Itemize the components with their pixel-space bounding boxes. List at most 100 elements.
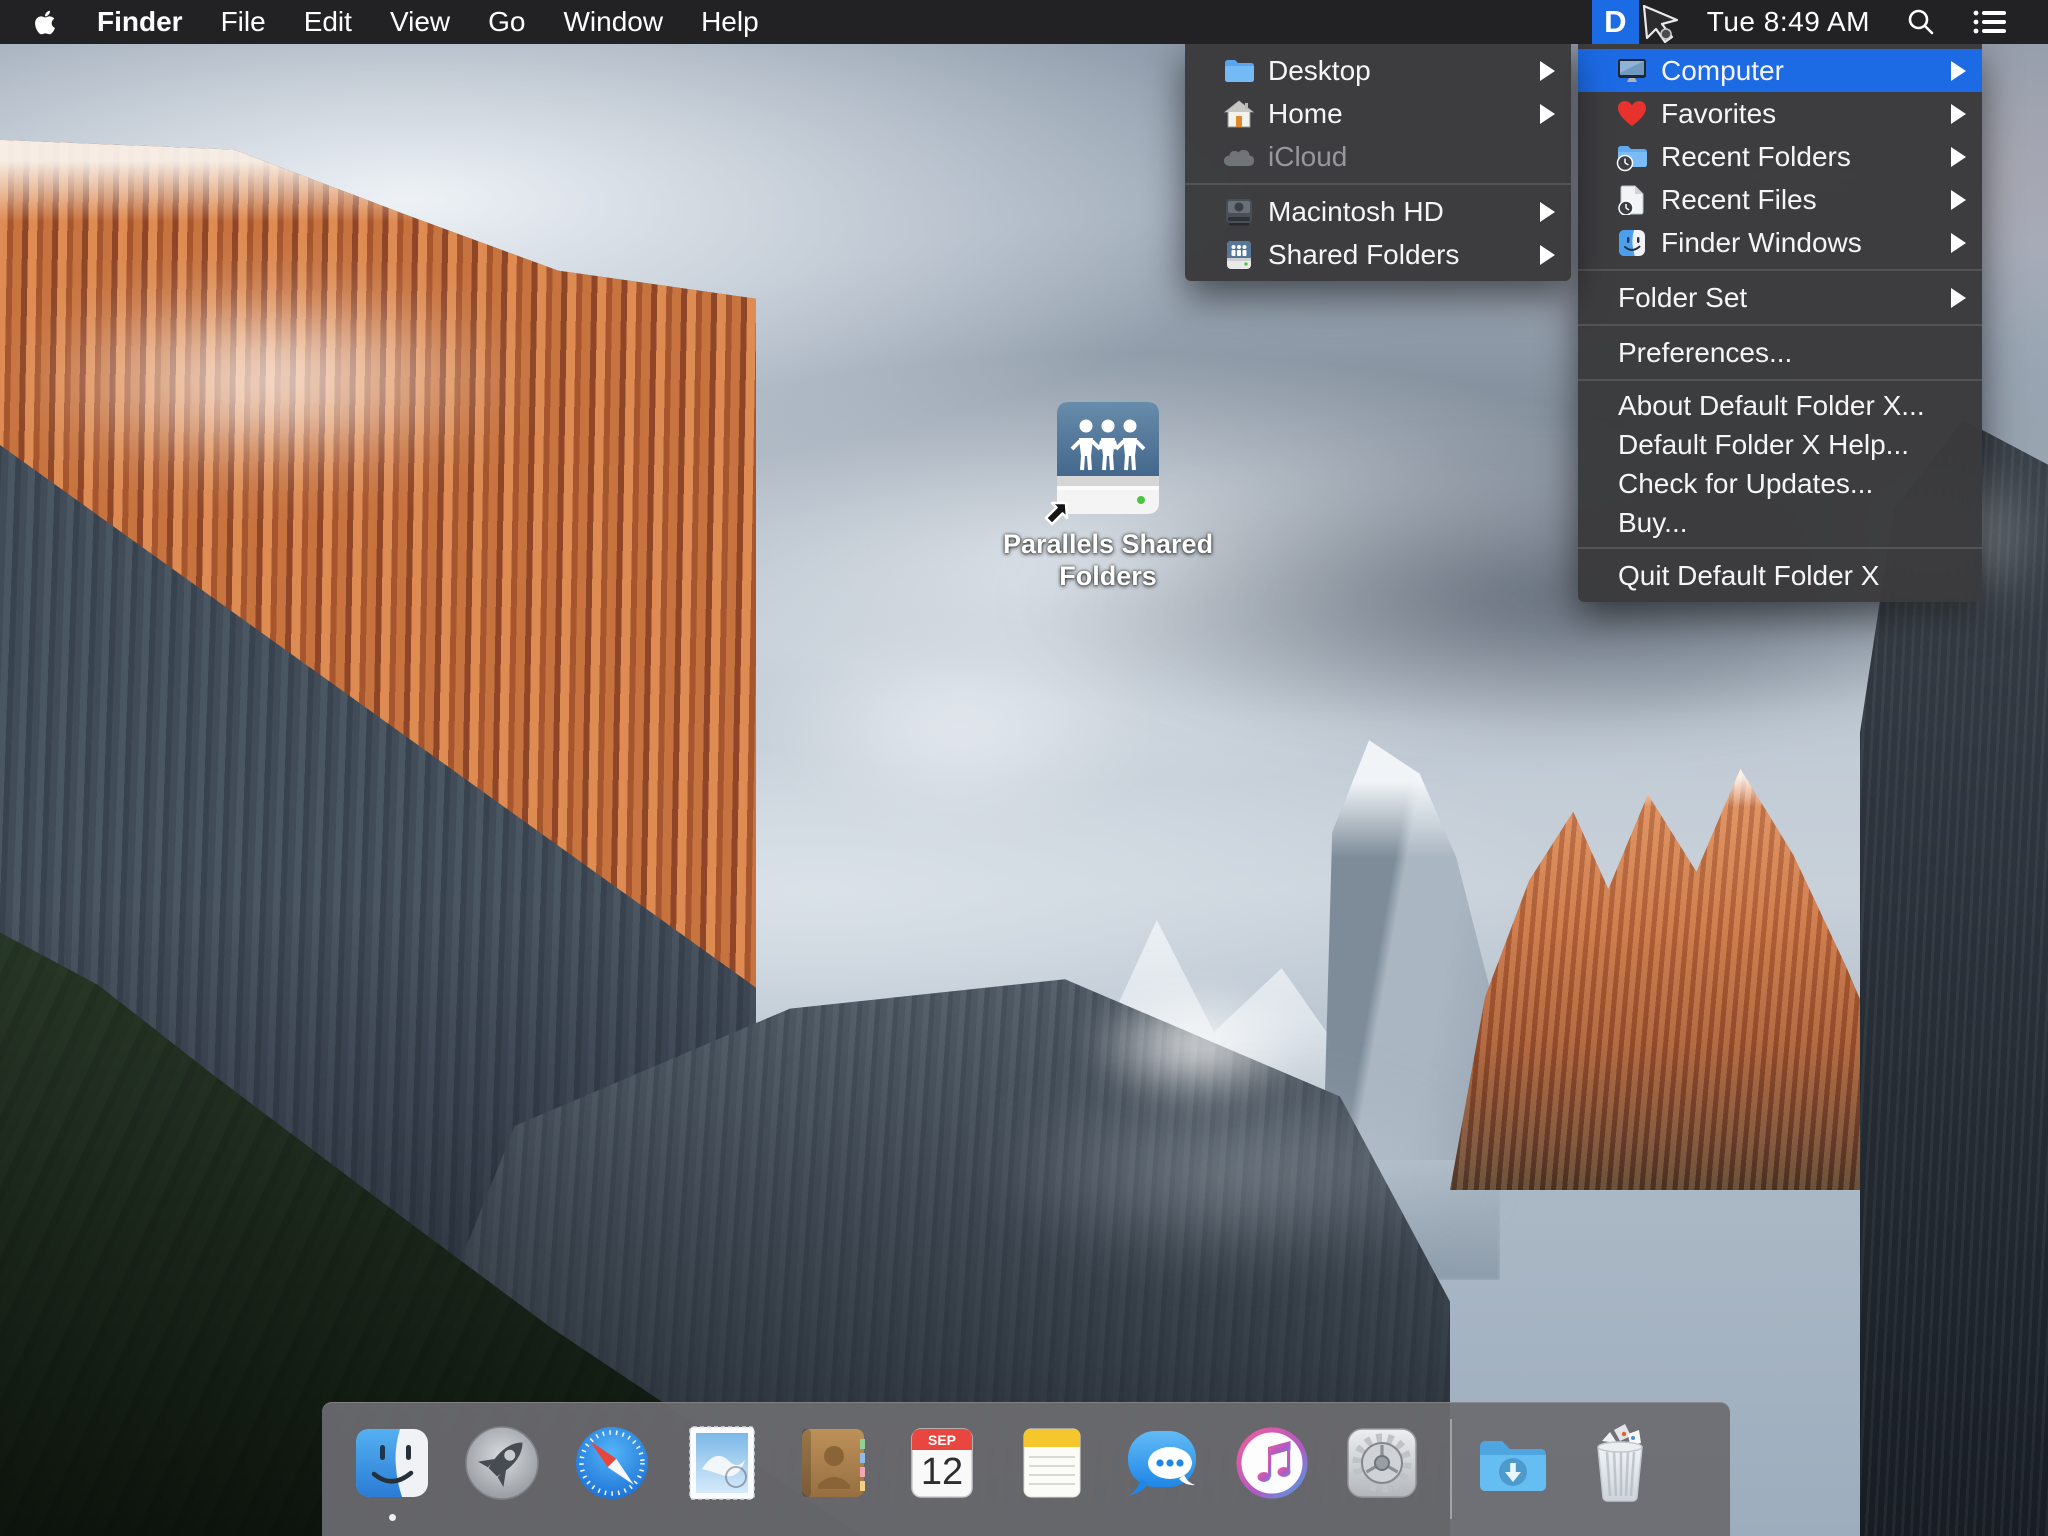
mouse-cursor xyxy=(1641,4,1685,46)
menu-label: Finder xyxy=(97,6,183,38)
dock-contacts-icon[interactable] xyxy=(788,1419,876,1507)
menu-item-label: About Default Folder X... xyxy=(1618,390,1925,422)
dock-trash-icon[interactable] xyxy=(1576,1419,1664,1507)
icloud-icon xyxy=(1223,141,1255,173)
menu-divider xyxy=(1578,547,1982,549)
favorites-icon xyxy=(1616,98,1648,130)
menu-item-label: Check for Updates... xyxy=(1618,468,1873,500)
submenu-item-label: Home xyxy=(1268,98,1343,130)
wallpaper-haze xyxy=(880,1040,1600,1300)
volume-label: Parallels Shared Folders xyxy=(988,528,1228,592)
computer-places-submenu: Desktop Home iCloud xyxy=(1185,44,1571,281)
submenu-item-label: iCloud xyxy=(1268,141,1347,173)
submenu-arrow-icon xyxy=(1540,202,1555,222)
menu-item-recent-folders[interactable]: Recent Folders xyxy=(1578,135,1982,178)
desktop-folder-icon xyxy=(1223,55,1255,87)
submenu-arrow-icon xyxy=(1540,245,1555,265)
menu-label: View xyxy=(390,6,450,38)
menu-item-preferences[interactable]: Preferences... xyxy=(1578,331,1982,374)
submenu-arrow-icon xyxy=(1540,104,1555,124)
menu-label: Edit xyxy=(304,6,352,38)
dock-finder-icon[interactable] xyxy=(348,1419,436,1507)
alias-arrow-badge xyxy=(1038,496,1074,532)
submenu-item-label: Macintosh HD xyxy=(1268,196,1444,228)
apple-logo-icon xyxy=(34,9,56,36)
submenu-item-label: Shared Folders xyxy=(1268,239,1459,271)
submenu-arrow-icon xyxy=(1951,147,1966,167)
submenu-arrow-icon xyxy=(1540,61,1555,81)
menu-view[interactable]: View xyxy=(371,0,469,44)
home-icon xyxy=(1223,98,1255,130)
notification-center-icon[interactable] xyxy=(1972,8,2006,36)
menu-item-label: Preferences... xyxy=(1618,337,1792,369)
macintosh-hd-icon xyxy=(1223,196,1255,228)
menu-item-recent-files[interactable]: Recent Files xyxy=(1578,178,1982,221)
dock-safari-icon[interactable] xyxy=(568,1419,656,1507)
dock-calendar-icon[interactable]: SEP 12 xyxy=(898,1419,986,1507)
submenu-item-home[interactable]: Home xyxy=(1185,92,1571,135)
finder-running-indicator xyxy=(389,1514,396,1521)
menu-item-folder-set[interactable]: Folder Set xyxy=(1578,276,1982,319)
menu-item-label: Recent Files xyxy=(1661,184,1817,216)
calendar-day-text: 12 xyxy=(921,1451,963,1493)
computer-icon xyxy=(1616,55,1648,87)
recent-files-icon xyxy=(1616,184,1648,216)
menu-item-finder-windows[interactable]: Finder Windows xyxy=(1578,221,1982,264)
desktop-screen: Parallels Shared Folders xyxy=(0,0,2048,1536)
submenu-arrow-icon xyxy=(1951,104,1966,124)
apple-menu[interactable] xyxy=(0,0,78,44)
submenu-item-macintosh-hd[interactable]: Macintosh HD xyxy=(1185,190,1571,233)
dock-mail-icon[interactable] xyxy=(678,1419,766,1507)
menu-finder[interactable]: Finder xyxy=(78,0,202,44)
finder-windows-icon xyxy=(1616,227,1648,259)
menu-label: Help xyxy=(701,6,759,38)
dock-launchpad-icon[interactable] xyxy=(458,1419,546,1507)
submenu-arrow-icon xyxy=(1951,233,1966,253)
menu-item-label: Default Folder X Help... xyxy=(1618,429,1909,461)
menu-file[interactable]: File xyxy=(202,0,285,44)
dock-notes-icon[interactable] xyxy=(1008,1419,1096,1507)
menu-divider xyxy=(1578,324,1982,326)
menu-item-label: Finder Windows xyxy=(1661,227,1862,259)
menu-bar-left: Finder File Edit View Go Window Help xyxy=(0,0,778,44)
menu-item-label: Favorites xyxy=(1661,98,1776,130)
submenu-arrow-icon xyxy=(1951,61,1966,81)
desktop-volume-parallels-shared-folders[interactable]: Parallels Shared Folders xyxy=(988,400,1228,592)
menu-item-check-for-updates[interactable]: Check for Updates... xyxy=(1578,464,1982,503)
menu-bar-clock[interactable]: Tue 8:49 AM xyxy=(1707,6,1870,38)
dock-system-preferences-icon[interactable] xyxy=(1338,1419,1426,1507)
dock-itunes-icon[interactable] xyxy=(1228,1419,1316,1507)
dock: SEP 12 xyxy=(322,1402,1730,1536)
default-folder-x-menu-extra[interactable]: D xyxy=(1592,0,1639,44)
menu-label: Go xyxy=(488,6,525,38)
default-folder-x-logo: D xyxy=(1604,4,1626,40)
shared-folders-icon xyxy=(1223,239,1255,271)
menu-item-about-default-folder-x[interactable]: About Default Folder X... xyxy=(1578,386,1982,425)
menu-item-quit-default-folder-x[interactable]: Quit Default Folder X xyxy=(1578,554,1982,597)
menu-item-buy[interactable]: Buy... xyxy=(1578,503,1982,542)
submenu-arrow-icon xyxy=(1951,288,1966,308)
menu-item-favorites[interactable]: Favorites xyxy=(1578,92,1982,135)
menu-item-computer[interactable]: Computer xyxy=(1578,49,1982,92)
wallpaper-mist xyxy=(700,600,1220,860)
menu-label: Window xyxy=(563,6,663,38)
menu-item-label: Quit Default Folder X xyxy=(1618,560,1879,592)
submenu-item-label: Desktop xyxy=(1268,55,1371,87)
menu-divider xyxy=(1578,379,1982,381)
default-folder-x-menu: Computer Favorites Recen xyxy=(1578,44,1982,602)
submenu-arrow-icon xyxy=(1951,190,1966,210)
menu-item-label: Buy... xyxy=(1618,507,1688,539)
submenu-item-shared-folders[interactable]: Shared Folders xyxy=(1185,233,1571,276)
menu-item-label: Folder Set xyxy=(1618,282,1747,314)
dock-messages-icon[interactable] xyxy=(1118,1419,1206,1507)
dock-downloads-folder-icon[interactable] xyxy=(1466,1419,1554,1507)
menu-item-label: Computer xyxy=(1661,55,1784,87)
menu-go[interactable]: Go xyxy=(469,0,544,44)
dock-divider xyxy=(1450,1419,1452,1519)
menu-window[interactable]: Window xyxy=(544,0,682,44)
spotlight-search-icon[interactable] xyxy=(1906,7,1936,37)
menu-help[interactable]: Help xyxy=(682,0,778,44)
submenu-item-desktop[interactable]: Desktop xyxy=(1185,49,1571,92)
menu-item-default-folder-x-help[interactable]: Default Folder X Help... xyxy=(1578,425,1982,464)
menu-edit[interactable]: Edit xyxy=(285,0,371,44)
